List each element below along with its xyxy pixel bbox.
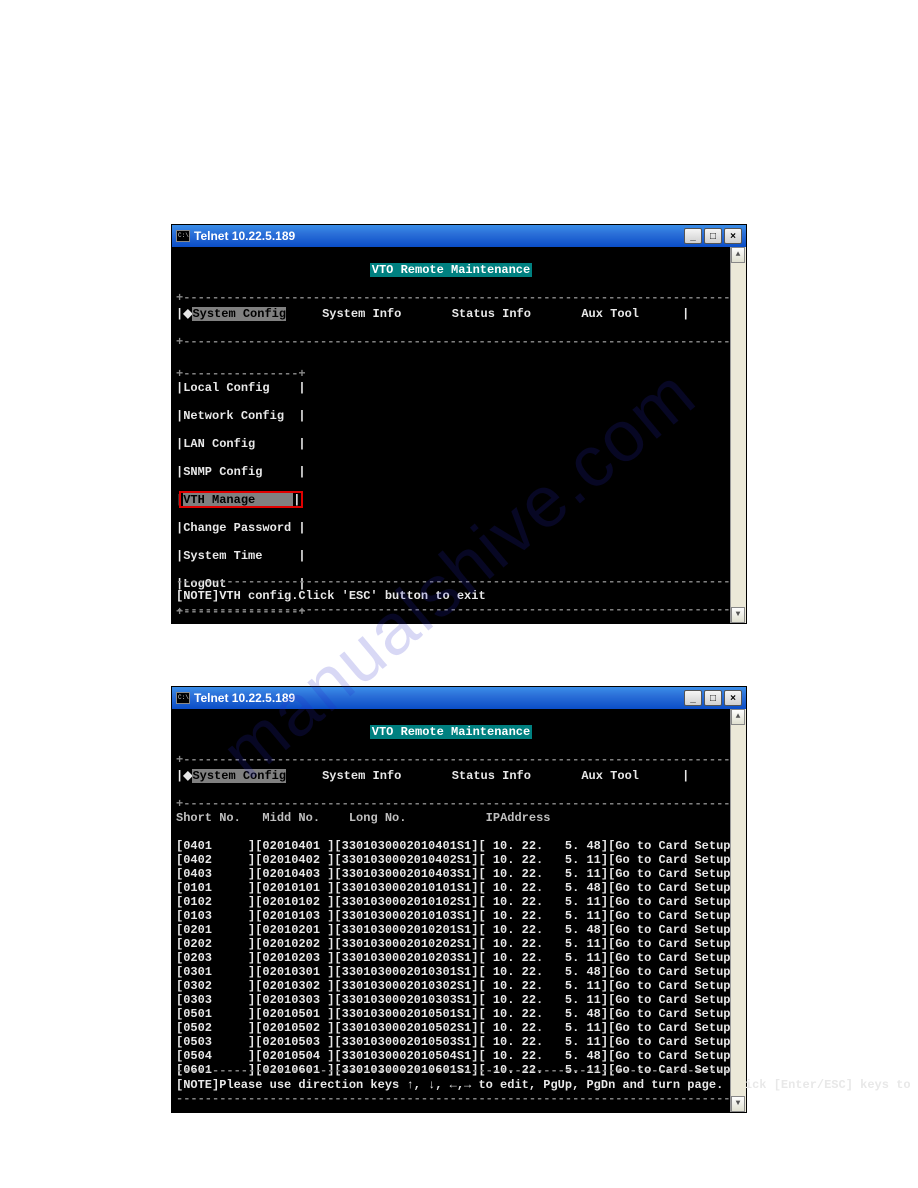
maximize-button[interactable]: □	[704, 690, 722, 706]
menu-snmp-config[interactable]: |SNMP Config |	[176, 465, 726, 479]
scrollbar-2[interactable]: ▲ ▼	[730, 709, 746, 1112]
table-row[interactable]: [0303 ][02010303 ][3301030002010303S1][ …	[176, 993, 726, 1007]
table-row[interactable]: [0403 ][02010403 ][3301030002010403S1][ …	[176, 867, 726, 881]
table-row[interactable]: [0301 ][02010301 ][3301030002010301S1][ …	[176, 965, 726, 979]
tab-row-2: |◆System Config System Info Status Info …	[176, 769, 726, 783]
app-header-2: VTO Remote Maintenance	[370, 725, 532, 739]
titlebar-1[interactable]: Telnet 10.22.5.189 _ □ ×	[172, 225, 746, 247]
tab-system-config[interactable]: System Config	[192, 769, 286, 783]
menu-vth-manage[interactable]: |VTH Manage|	[176, 493, 726, 507]
scroll-up-button[interactable]: ▲	[731, 247, 745, 263]
data-rows: [0401 ][02010401 ][3301030002010401S1][ …	[176, 839, 726, 1077]
table-row[interactable]: [0501 ][02010501 ][3301030002010501S1][ …	[176, 1007, 726, 1021]
maximize-button[interactable]: □	[704, 228, 722, 244]
note-text-1: [NOTE]VTH config.Click 'ESC' button to e…	[176, 589, 486, 603]
close-button[interactable]: ×	[724, 228, 742, 244]
divider: +---------------------------------------…	[176, 753, 730, 767]
tab-row-1: |◆System Config System Info Status Info …	[176, 307, 726, 321]
note-area-2: ----------------------------------------…	[176, 1050, 730, 1106]
divider: +---------------------------------------…	[176, 291, 730, 305]
table-row[interactable]: [0101 ][02010101 ][3301030002010101S1][ …	[176, 881, 726, 895]
minimize-button[interactable]: _	[684, 690, 702, 706]
divider: +---------------------------------------…	[176, 335, 730, 349]
menu-local-config[interactable]: |Local Config |	[176, 381, 726, 395]
cmd-icon	[176, 230, 190, 242]
window-title-1: Telnet 10.22.5.189	[194, 229, 295, 243]
table-row[interactable]: [0402 ][02010402 ][3301030002010402S1][ …	[176, 853, 726, 867]
table-row[interactable]: [0103 ][02010103 ][3301030002010103S1][ …	[176, 909, 726, 923]
menu-network-config[interactable]: |Network Config |	[176, 409, 726, 423]
tab-status-info[interactable]: Status Info	[452, 769, 531, 783]
telnet-window-1: Telnet 10.22.5.189 _ □ × VTO Remote Main…	[171, 224, 747, 624]
cmd-icon	[176, 692, 190, 704]
table-row[interactable]: [0502 ][02010502 ][3301030002010502S1][ …	[176, 1021, 726, 1035]
table-row[interactable]: [0202 ][02010202 ][3301030002010202S1][ …	[176, 937, 726, 951]
window-title-2: Telnet 10.22.5.189	[194, 691, 295, 705]
divider: +---------------------------------------…	[176, 797, 730, 811]
menu-change-password[interactable]: |Change Password |	[176, 521, 726, 535]
app-header-1: VTO Remote Maintenance	[370, 263, 532, 277]
tab-system-info[interactable]: System Info	[322, 769, 401, 783]
titlebar-2[interactable]: Telnet 10.22.5.189 _ □ ×	[172, 687, 746, 709]
table-row[interactable]: [0201 ][02010201 ][3301030002010201S1][ …	[176, 923, 726, 937]
close-button[interactable]: ×	[724, 690, 742, 706]
note-area-1: ----------------------------------------…	[176, 561, 730, 617]
tab-aux-tool[interactable]: Aux Tool	[581, 307, 639, 321]
terminal-content-1: VTO Remote Maintenance +----------------…	[172, 247, 730, 623]
divider: +----------------+	[176, 367, 306, 381]
terminal-content-2: VTO Remote Maintenance +----------------…	[172, 709, 730, 1112]
menu-lan-config[interactable]: |LAN Config |	[176, 437, 726, 451]
column-headers: Short No. Midd No. Long No. IPAddress	[176, 811, 726, 825]
tab-system-config[interactable]: System Config	[192, 307, 286, 321]
tab-status-info[interactable]: Status Info	[452, 307, 531, 321]
telnet-window-2: Telnet 10.22.5.189 _ □ × VTO Remote Main…	[171, 686, 747, 1113]
minimize-button[interactable]: _	[684, 228, 702, 244]
tab-aux-tool[interactable]: Aux Tool	[581, 769, 639, 783]
tab-system-info[interactable]: System Info	[322, 307, 401, 321]
table-row[interactable]: [0302 ][02010302 ][3301030002010302S1][ …	[176, 979, 726, 993]
table-row[interactable]: [0203 ][02010203 ][3301030002010203S1][ …	[176, 951, 726, 965]
scroll-down-button[interactable]: ▼	[731, 1096, 745, 1112]
scroll-up-button[interactable]: ▲	[731, 709, 745, 725]
table-row[interactable]: [0503 ][02010503 ][3301030002010503S1][ …	[176, 1035, 726, 1049]
scroll-down-button[interactable]: ▼	[731, 607, 745, 623]
table-row[interactable]: [0102 ][02010102 ][3301030002010102S1][ …	[176, 895, 726, 909]
scrollbar-1[interactable]: ▲ ▼	[730, 247, 746, 623]
table-row[interactable]: [0401 ][02010401 ][3301030002010401S1][ …	[176, 839, 726, 853]
note-text-2: [NOTE]Please use direction keys ↑, ↓, ←,…	[176, 1078, 730, 1092]
